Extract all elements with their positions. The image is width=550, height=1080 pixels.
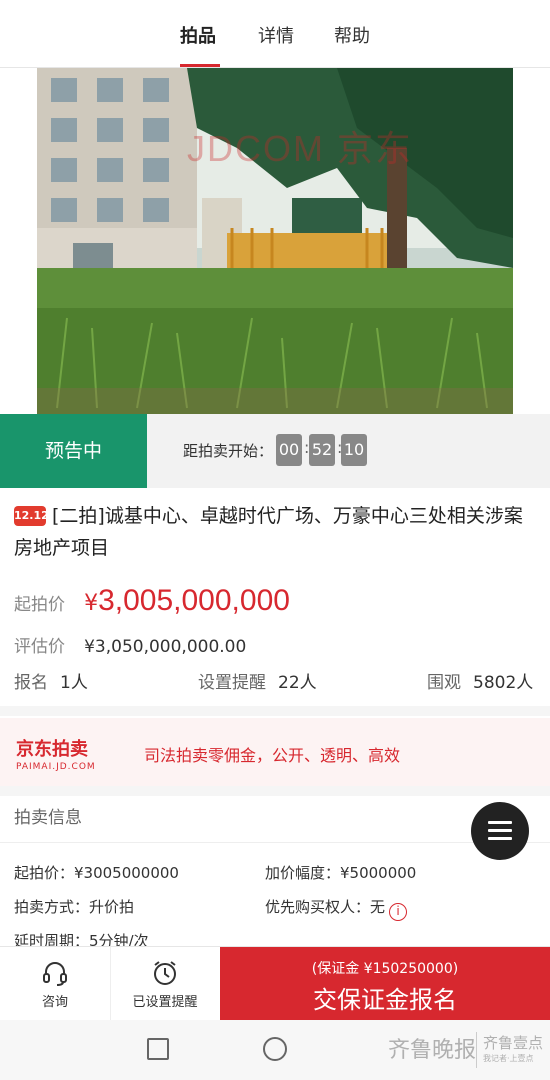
reminder-stat: 设置提醒 22人	[198, 668, 317, 693]
deposit-amount: (保证金 ¥150250000)	[311, 961, 459, 977]
pay-deposit-button[interactable]: (保证金 ¥150250000) 交保证金报名	[220, 947, 550, 1021]
reminder-label: 设置提醒	[198, 673, 266, 693]
reminder-count: 22人	[278, 673, 317, 693]
countdown-hours: 00	[276, 434, 302, 466]
section-divider	[0, 842, 550, 843]
info-increment: 加价幅度：¥5000000	[265, 864, 417, 882]
signup-count: 1人	[60, 673, 88, 693]
headset-icon	[41, 959, 69, 987]
tab-lot[interactable]: 拍品	[180, 22, 216, 48]
countdown-seconds: 10	[341, 434, 367, 466]
info-priority-row: 优先购买权人：无 i	[265, 896, 408, 921]
countdown-label: 距拍卖开始：	[183, 442, 274, 460]
qilu-yidian-text: 齐鲁壹点	[483, 1034, 544, 1052]
jd-watermark: JDCOM 京东	[187, 128, 413, 169]
watch-label: 围观	[427, 673, 461, 693]
appraisal-row: 评估价 ¥3,050,000,000.00	[14, 632, 246, 657]
floating-menu-button[interactable]	[471, 802, 529, 860]
menu-icon	[488, 821, 512, 824]
deposit-cta-label: 交保证金报名	[313, 986, 457, 1014]
system-nav-bar: 齐鲁晚报 齐鲁壹点 我记者·上壹点	[0, 1020, 550, 1080]
section-title: 拍卖信息	[14, 808, 82, 828]
divider	[0, 786, 550, 796]
reminder-button[interactable]: 已设置提醒	[110, 947, 220, 1021]
watch-count: 5802人	[473, 673, 534, 693]
jd-auction-banner[interactable]: 京东拍卖 PAIMAI.JD.COM 司法拍卖零佣金，公开、透明、高效	[0, 718, 550, 786]
info-priority: 优先购买权人：无	[265, 898, 386, 916]
currency-symbol: ¥	[84, 591, 99, 616]
menu-icon	[488, 837, 512, 840]
lot-title: [二拍]诚基中心、卓越时代广场、万豪中心三处相关涉案房地产项目	[14, 505, 523, 559]
top-tab-bar: 拍品 详情 帮助	[0, 0, 550, 68]
image-carousel[interactable]: JDCOM 京东 1/6	[0, 68, 550, 468]
divider	[0, 706, 550, 716]
start-price-value: 3,005,000,000	[98, 584, 290, 617]
info-circle-icon[interactable]: i	[389, 903, 408, 921]
auction-status-bar: 预告中 距拍卖开始： 00 : 52 : 10	[0, 414, 550, 488]
jd-auction-logo: 京东拍卖 PAIMAI.JD.COM	[16, 735, 96, 772]
jd-logo-url: PAIMAI.JD.COM	[16, 762, 96, 772]
promo-badge: 12.12	[14, 506, 49, 526]
alarm-clock-icon	[151, 959, 179, 987]
consult-button[interactable]: 咨询	[0, 947, 110, 1021]
qilu-yidian-logo: 齐鲁壹点 我记者·上壹点	[476, 1032, 546, 1068]
signup-label: 报名	[14, 673, 48, 693]
info-start-price: 起拍价：¥3005000000	[14, 864, 179, 882]
menu-icon	[488, 829, 512, 832]
countdown-minutes: 52	[309, 434, 335, 466]
reminder-set-label: 已设置提醒	[132, 995, 198, 1010]
watch-stat: 围观 5802人	[427, 668, 533, 693]
start-price-row: 起拍价 ¥3,005,000,000	[14, 584, 290, 618]
status-badge: 预告中	[0, 414, 147, 488]
qilu-evening-news-logo: 齐鲁晚报	[388, 1038, 477, 1063]
info-method: 拍卖方式：升价拍	[14, 898, 135, 916]
banner-slogan: 司法拍卖零佣金，公开、透明、高效	[144, 746, 401, 765]
tab-details[interactable]: 详情	[258, 22, 294, 48]
active-tab-indicator	[180, 64, 220, 67]
appraisal-label: 评估价	[14, 637, 65, 657]
bottom-action-bar: 咨询 已设置提醒 (保证金 ¥150250000) 交保证金报名	[0, 946, 550, 1021]
home-icon[interactable]	[263, 1037, 287, 1061]
appraisal-value: ¥3,050,000,000.00	[84, 637, 247, 657]
recent-apps-icon[interactable]	[147, 1038, 169, 1060]
signup-stat: 报名 1人	[14, 668, 88, 693]
qilu-yidian-sub: 我记者·上壹点	[483, 1054, 534, 1063]
property-photo: JDCOM 京东	[37, 68, 513, 414]
consult-label: 咨询	[41, 995, 68, 1010]
tab-help[interactable]: 帮助	[334, 22, 370, 48]
jd-logo-text: 京东拍卖	[16, 739, 88, 760]
start-price-label: 起拍价	[14, 595, 65, 615]
lot-title-block: 12.12 [二拍]诚基中心、卓越时代广场、万豪中心三处相关涉案房地产项目	[14, 500, 540, 564]
